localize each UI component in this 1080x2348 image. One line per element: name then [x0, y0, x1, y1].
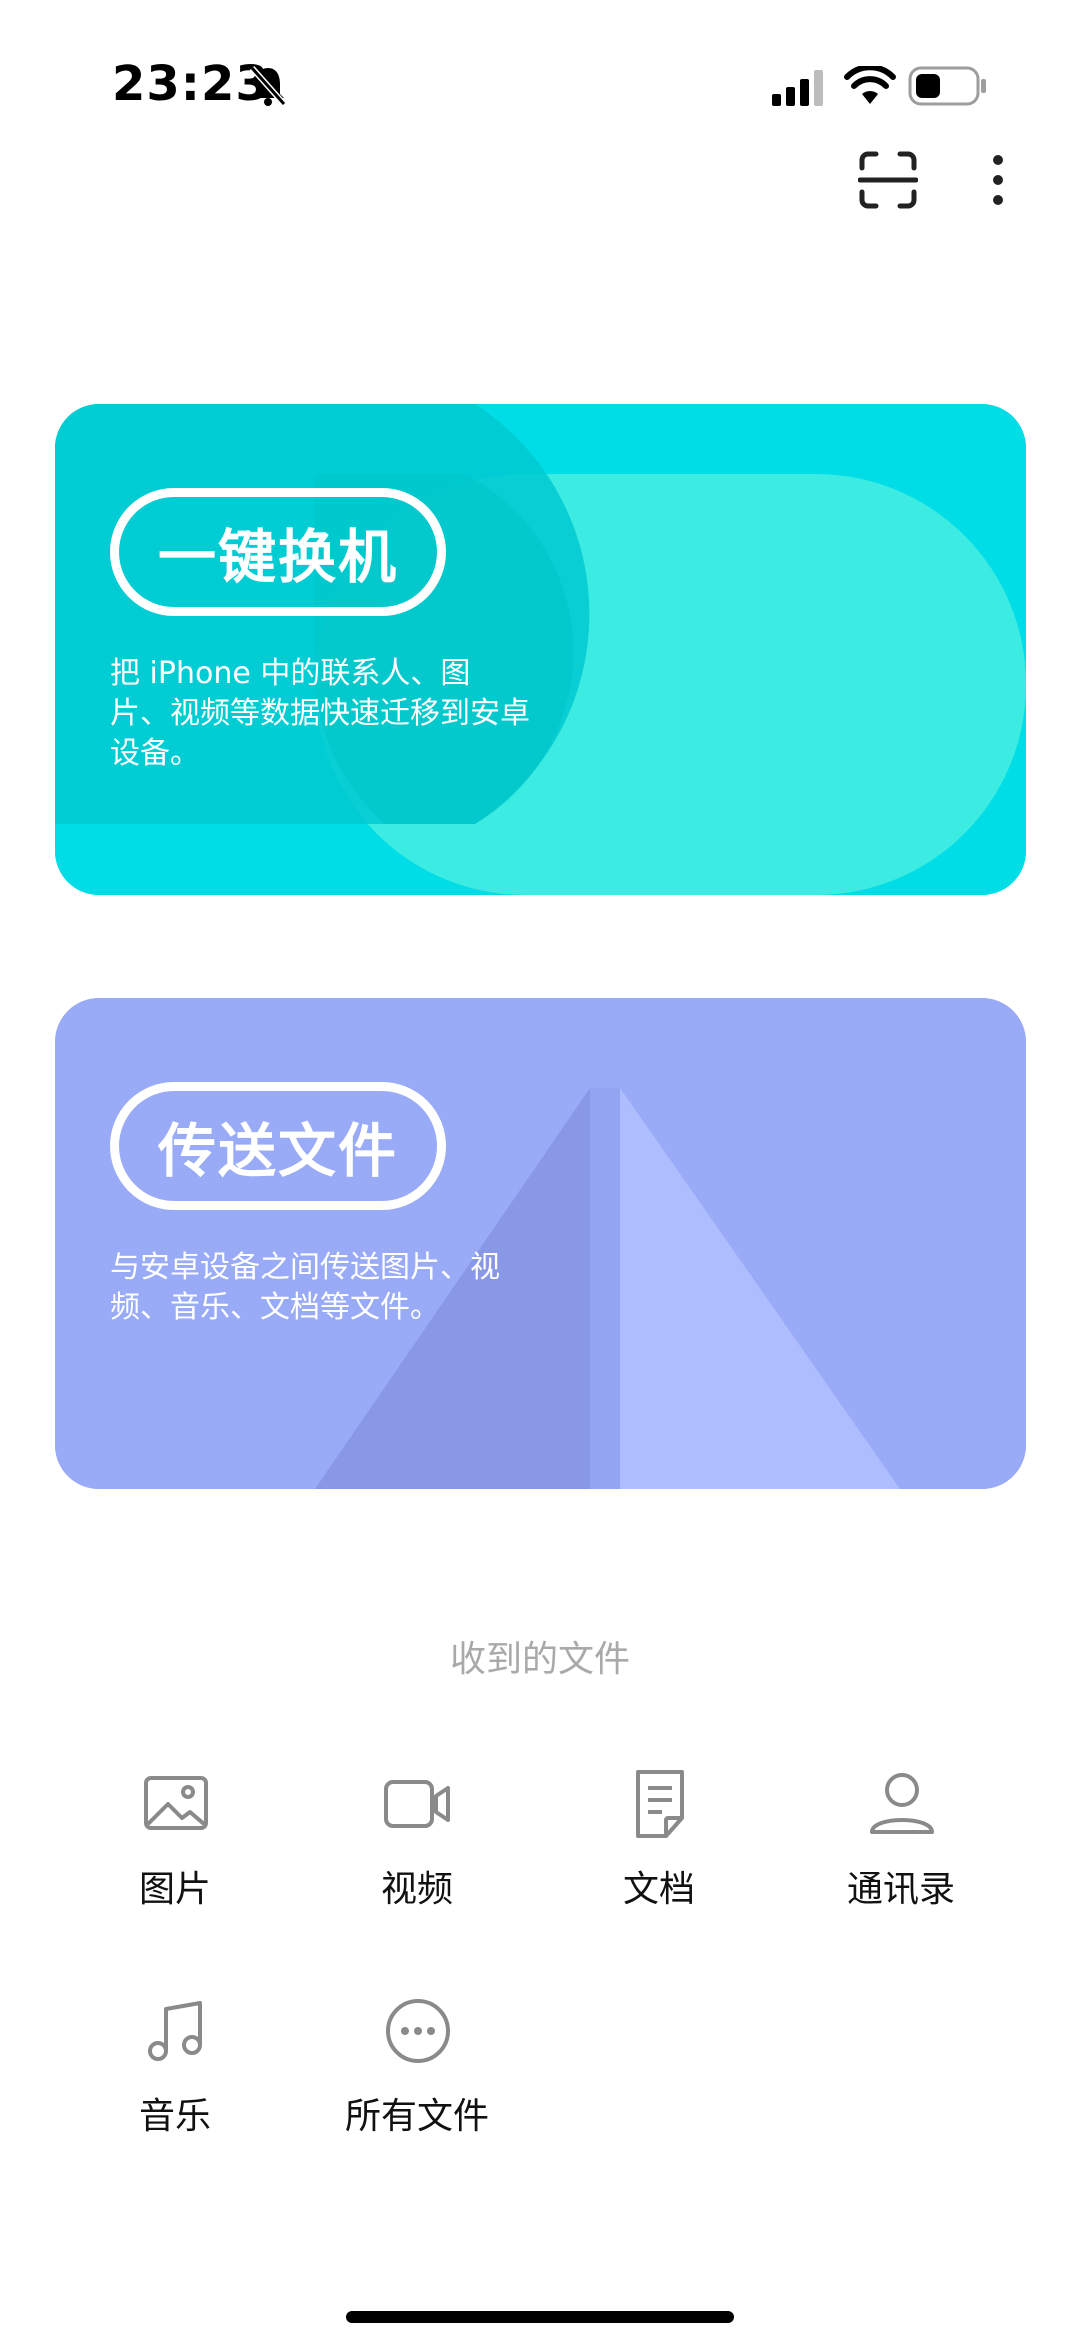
- more-icon[interactable]: [972, 150, 1024, 210]
- category-documents[interactable]: 文档: [539, 1768, 779, 1968]
- category-label: 音乐: [138, 2096, 211, 2137]
- wifi-icon: [844, 66, 896, 104]
- scan-icon[interactable]: [858, 150, 918, 210]
- category-label: 通讯录: [846, 1869, 955, 1910]
- bell-muted-icon: [249, 66, 287, 106]
- video-icon: [384, 1780, 450, 1828]
- card-decoration: [55, 998, 1026, 1489]
- music-icon: [148, 2001, 202, 2061]
- file-transfer-title: 传送文件: [110, 1082, 446, 1210]
- file-transfer-description: 与安卓设备之间传送图片、视频、音乐、文档等文件。: [110, 1250, 500, 1325]
- category-images[interactable]: 图片: [55, 1768, 295, 1968]
- phone-switch-description: 把 iPhone 中的联系人、图片、视频等数据快速迁移到安卓设备。: [110, 656, 530, 771]
- category-label: 图片: [138, 1869, 211, 1910]
- category-label: 视频: [380, 1869, 453, 1910]
- category-videos[interactable]: 视频: [297, 1768, 537, 1968]
- category-all-files[interactable]: 所有文件: [297, 1995, 537, 2195]
- more-files-icon: [386, 1999, 450, 2063]
- document-icon: [636, 1770, 684, 1838]
- category-contacts[interactable]: 通讯录: [781, 1768, 1021, 1968]
- file-transfer-card[interactable]: 传送文件 与安卓设备之间传送图片、视频、音乐、文档等文件。: [55, 998, 1026, 1489]
- battery-icon: [908, 66, 986, 106]
- status-bar: 23:23: [0, 0, 1080, 140]
- category-label: 所有文件: [344, 2096, 489, 2137]
- category-label: 文档: [622, 1869, 695, 1910]
- image-icon: [144, 1776, 208, 1830]
- contact-icon: [870, 1773, 934, 1834]
- phone-switch-title: 一键换机: [110, 488, 446, 616]
- status-time: 23:23: [112, 56, 270, 112]
- received-files-title: 收到的文件: [449, 1639, 630, 1680]
- home-indicator[interactable]: [346, 2311, 734, 2323]
- card-decoration: [55, 404, 1026, 895]
- signal-icon: [772, 70, 823, 106]
- category-music[interactable]: 音乐: [55, 1995, 295, 2195]
- phone-switch-card[interactable]: 一键换机 把 iPhone 中的联系人、图片、视频等数据快速迁移到安卓设备。: [55, 404, 1026, 895]
